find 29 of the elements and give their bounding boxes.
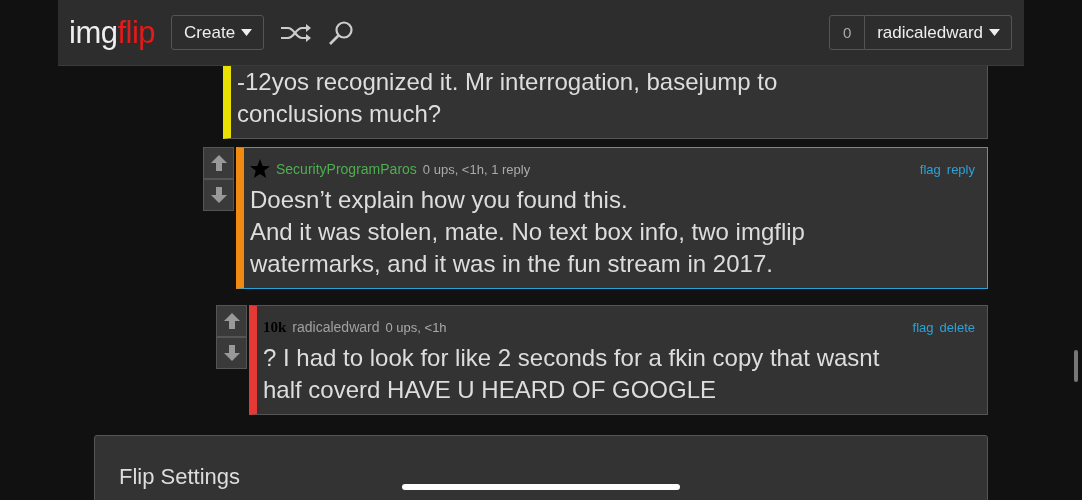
arrow-up-icon (222, 312, 241, 330)
arrow-down-icon (222, 344, 241, 362)
user-menu-button[interactable]: radicaledward (865, 15, 1012, 50)
arrow-up-icon (209, 154, 228, 172)
comment-meta: 0 ups, <1h (385, 319, 447, 335)
caret-icon (241, 29, 253, 36)
comment-author[interactable]: SecurityProgramParos (276, 161, 417, 177)
comment-action-link[interactable]: flag (919, 161, 941, 177)
comment-action-link[interactable]: delete (939, 319, 975, 335)
comment-action-link[interactable]: reply (946, 161, 975, 177)
panel-title: Flip Settings (119, 464, 241, 490)
comment-action-link[interactable]: flag (912, 319, 934, 335)
arrow-down-icon (209, 186, 228, 204)
comment-text: ? I had to look for like 2 seconds for a fkin copy that wasnt half coverd HAVE U HEARD OF GOOGLE (263, 343, 881, 405)
downvote-button[interactable] (216, 337, 247, 369)
downvote-button[interactable] (203, 179, 234, 211)
star-icon (250, 159, 270, 179)
upvote-button[interactable] (216, 305, 247, 337)
site-logo[interactable]: imgflip (69, 14, 156, 51)
scrollbar-thumb[interactable] (1074, 350, 1078, 382)
search-icon[interactable] (328, 19, 355, 46)
caret-icon (989, 29, 1000, 36)
create-button[interactable]: Create (171, 15, 265, 50)
comment-text: -12yos recognized it. Mr interrogation, basejump to conclusions much? (237, 67, 779, 129)
shuffle-icon[interactable] (280, 22, 313, 43)
comment-author[interactable]: radicaledward (292, 319, 380, 335)
comment-meta: 0 ups, <1h, 1 reply (422, 161, 531, 177)
upvote-button[interactable] (203, 147, 234, 179)
comment-text: Doesn’t explain how you found this. And it was stolen, mate. No text box info, two imgflip watermarks, and it was in the fun stream in 2017. (250, 185, 806, 279)
